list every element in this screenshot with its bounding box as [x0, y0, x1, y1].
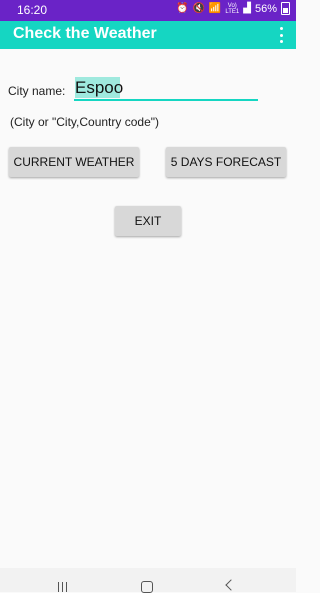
- app-title: Check the Weather: [13, 25, 157, 42]
- home-icon[interactable]: [141, 581, 153, 593]
- exit-button[interactable]: EXIT: [115, 206, 181, 236]
- recent-apps-icon[interactable]: [58, 582, 67, 592]
- back-icon[interactable]: [225, 579, 237, 591]
- mute-icon: 🔇: [192, 3, 205, 14]
- overflow-menu-icon[interactable]: [279, 27, 283, 43]
- city-format-hint: (City or "City,Country code"): [10, 115, 159, 129]
- signal-icon: ▟: [243, 3, 251, 14]
- navigation-bar: [0, 568, 296, 593]
- five-days-forecast-button[interactable]: 5 DAYS FORECAST: [166, 147, 286, 177]
- city-name-input[interactable]: [74, 77, 258, 101]
- status-bar: 16:20 ⏰ 🔇 📶 Vo) LTE1 ▟ 56%: [0, 0, 296, 21]
- battery-icon: [281, 2, 290, 15]
- status-icons: ⏰ 🔇 📶 Vo) LTE1 ▟ 56%: [176, 2, 290, 15]
- wifi-icon: 📶: [208, 3, 222, 14]
- current-weather-button[interactable]: CURRENT WEATHER: [9, 147, 139, 177]
- battery-percent: 56%: [254, 2, 277, 15]
- alarm-icon: ⏰: [176, 3, 189, 14]
- city-name-label: City name:: [8, 84, 66, 98]
- network-type-label: Vo) LTE1: [225, 2, 240, 15]
- status-time: 16:20: [17, 3, 48, 17]
- app-bar: Check the Weather: [0, 21, 296, 49]
